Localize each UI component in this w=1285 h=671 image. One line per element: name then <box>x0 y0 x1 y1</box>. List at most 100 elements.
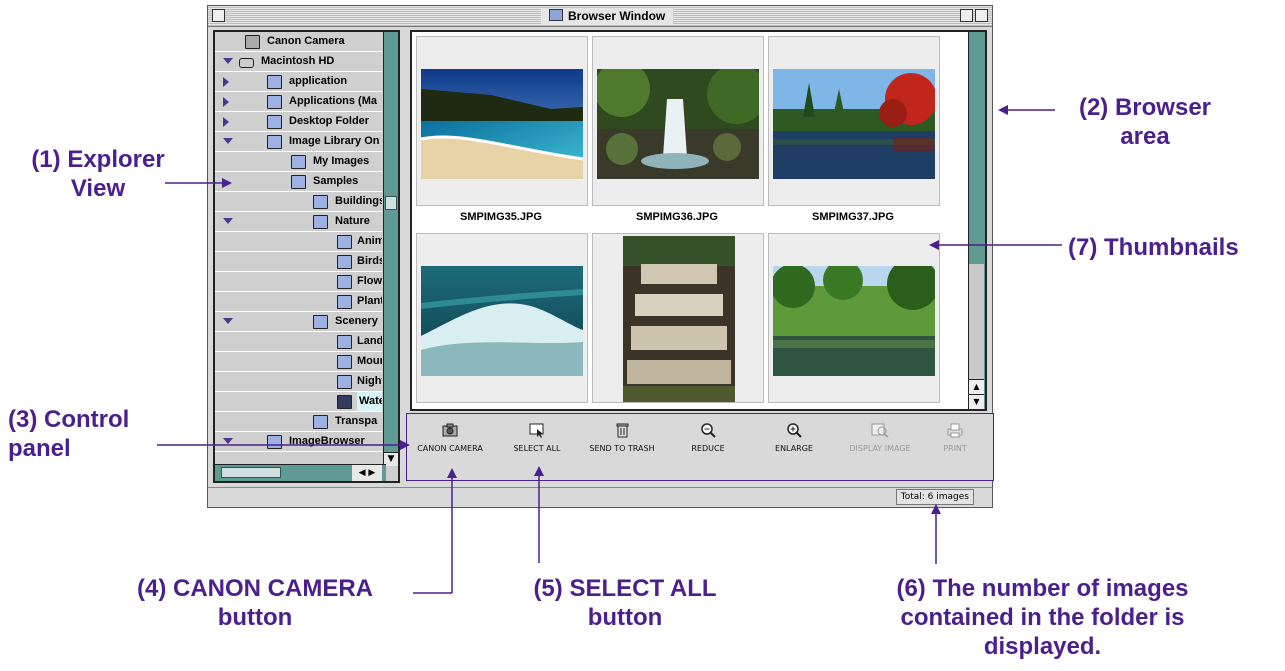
display-image-icon <box>871 423 889 438</box>
folder-icon <box>313 215 328 229</box>
thumbnail-waterfall[interactable] <box>592 36 764 206</box>
window-title: Browser Window <box>541 8 674 24</box>
tree-item-mountains[interactable]: Moun <box>215 352 382 372</box>
explorer-view[interactable]: Canon Camera Macintosh HD application Ap… <box>213 30 400 483</box>
camera-icon <box>245 35 260 49</box>
thumbnail-wave[interactable] <box>416 233 588 403</box>
folder-icon <box>267 95 282 109</box>
explorer-vertical-scrollbar[interactable]: ▼ <box>383 32 398 466</box>
folder-icon <box>337 295 352 309</box>
folder-icon <box>337 355 352 369</box>
tree-item-nature[interactable]: Nature <box>215 212 382 232</box>
print-button[interactable]: PRINT <box>912 422 998 454</box>
tree-item-samples[interactable]: Samples <box>215 172 382 192</box>
canon-camera-button[interactable]: CANON CAMERA <box>407 422 493 454</box>
tree-item-applications[interactable]: Applications (Ma <box>215 92 382 112</box>
beach-image <box>421 69 583 179</box>
wave-image <box>421 266 583 376</box>
tree-item-landscape[interactable]: Land <box>215 332 382 352</box>
tree-item-night[interactable]: Night <box>215 372 382 392</box>
folder-icon <box>337 235 352 249</box>
tree-item-buildings[interactable]: Buildings <box>215 192 382 212</box>
status-bar: Total: 6 images <box>208 487 992 506</box>
select-all-button[interactable]: SELECT ALL <box>493 422 581 454</box>
thumbnail-lake[interactable] <box>768 36 940 206</box>
folder-icon <box>267 115 282 129</box>
reduce-button[interactable]: REDUCE <box>665 422 751 454</box>
disclosure-open-icon[interactable] <box>223 438 233 444</box>
folder-icon <box>337 395 352 409</box>
tree-item-birds[interactable]: Birds <box>215 252 382 272</box>
thumbnail-tropical[interactable] <box>768 233 940 403</box>
display-image-button[interactable]: DISPLAY IMAGE <box>837 422 923 454</box>
scroll-up-arrow-icon[interactable]: ▲ <box>969 379 984 394</box>
cascade-image <box>623 236 735 402</box>
lake-image <box>773 69 935 179</box>
callout-select-all-button: (5) SELECT ALL button <box>533 575 717 631</box>
callout-browser-area: (2) Browser area <box>1078 94 1212 150</box>
enlarge-button[interactable]: ENLARGE <box>751 422 837 454</box>
tree-item-macintosh-hd[interactable]: Macintosh HD <box>215 52 382 72</box>
scroll-down-arrow-icon[interactable]: ▼ <box>969 394 984 409</box>
folder-icon <box>549 9 563 21</box>
tree-item-plants[interactable]: Plant <box>215 292 382 312</box>
tree-item-canon-camera[interactable]: Canon Camera <box>215 32 382 52</box>
folder-icon <box>291 175 306 189</box>
browser-window: Browser Window Canon Camera Macintosh HD… <box>207 5 994 508</box>
folder-icon <box>267 75 282 89</box>
zoom-in-icon <box>787 423 802 438</box>
hard-drive-icon <box>239 58 254 68</box>
tropical-image <box>773 266 935 376</box>
camera-icon <box>442 423 458 437</box>
folder-icon <box>267 135 282 149</box>
browser-vertical-scrollbar[interactable]: ▲ ▼ <box>968 32 985 409</box>
tree-item-scenery[interactable]: Scenery <box>215 312 382 332</box>
callout-thumbnails: (7) Thumbnails <box>1068 234 1239 261</box>
scroll-thumb[interactable] <box>221 467 281 478</box>
title-bar[interactable]: Browser Window <box>208 6 992 27</box>
callout-explorer-view: (1) Explorer View <box>31 146 165 202</box>
tree-item-imagebrowser[interactable]: ImageBrowser <box>215 432 382 452</box>
disclosure-closed-icon[interactable] <box>223 77 229 87</box>
control-panel: CANON CAMERA SELECT ALL SEND TO TRASH RE… <box>406 413 994 481</box>
zoom-box-icon[interactable] <box>960 9 973 22</box>
close-box-icon[interactable] <box>212 9 225 22</box>
disclosure-open-icon[interactable] <box>223 318 233 324</box>
disclosure-open-icon[interactable] <box>223 58 233 64</box>
scroll-left-right-arrows-icon[interactable]: ◀ ▶ <box>352 464 382 481</box>
thumbnail-beach[interactable] <box>416 36 588 206</box>
folder-icon <box>337 275 352 289</box>
scroll-track[interactable] <box>969 264 984 379</box>
send-to-trash-button[interactable]: SEND TO TRASH <box>579 422 665 454</box>
thumbnail-filename: SMPIMG37.JPG <box>812 211 894 223</box>
image-count-status: Total: 6 images <box>895 489 974 505</box>
trash-icon <box>616 423 629 438</box>
tree-item-desktop-folder[interactable]: Desktop Folder <box>215 112 382 132</box>
tree-item-transportation[interactable]: Transpa <box>215 412 382 432</box>
scroll-thumb[interactable] <box>385 196 397 210</box>
tree-item-my-images[interactable]: My Images <box>215 152 382 172</box>
scroll-thumb[interactable] <box>970 32 983 262</box>
tree-item-animals[interactable]: Anim <box>215 232 382 252</box>
scroll-down-arrow-icon[interactable]: ▼ <box>384 452 398 466</box>
print-icon <box>947 423 963 438</box>
callout-control-panel: (3) Control panel <box>8 406 130 462</box>
disclosure-open-icon[interactable] <box>223 218 233 224</box>
browser-area[interactable]: SMPIMG35.JPG SMPIMG36.JPG SMPIMG37.JPG ▲… <box>410 30 987 411</box>
waterfall-image <box>597 69 759 179</box>
folder-icon <box>267 435 282 449</box>
folder-icon <box>313 315 328 329</box>
disclosure-open-icon[interactable] <box>223 138 233 144</box>
collapse-box-icon[interactable] <box>975 9 988 22</box>
tree-item-application[interactable]: application <box>215 72 382 92</box>
disclosure-closed-icon[interactable] <box>223 117 229 127</box>
folder-icon <box>337 335 352 349</box>
tree-item-image-library[interactable]: Image Library On <box>215 132 382 152</box>
folder-icon <box>313 195 328 209</box>
disclosure-closed-icon[interactable] <box>223 97 229 107</box>
folder-icon <box>313 415 328 429</box>
thumbnail-cascade[interactable] <box>592 233 764 403</box>
tree-item-water[interactable]: Wate <box>215 392 382 412</box>
tree-item-flowers[interactable]: Flow <box>215 272 382 292</box>
folder-icon <box>337 375 352 389</box>
